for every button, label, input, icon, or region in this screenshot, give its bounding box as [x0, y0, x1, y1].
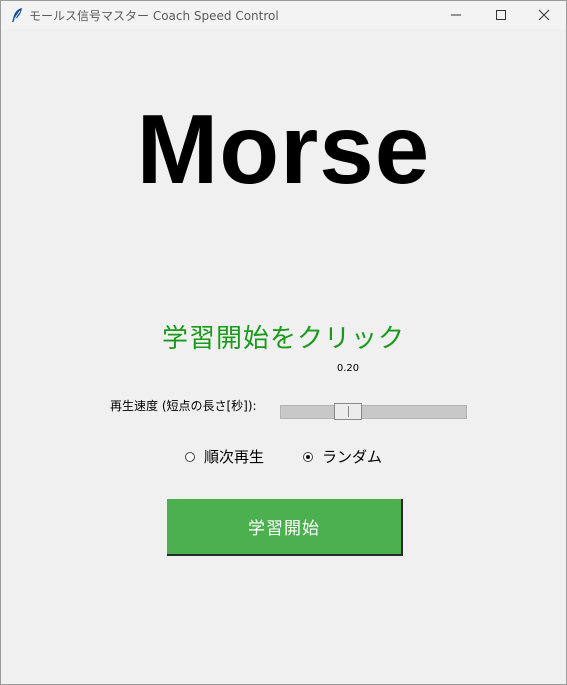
radio-button-sequential[interactable] — [185, 451, 195, 462]
maximize-icon — [495, 6, 507, 25]
radio-button-random[interactable] — [303, 451, 313, 462]
maximize-button[interactable] — [478, 1, 523, 29]
display-text: Morse — [136, 94, 431, 204]
window-title: モールス信号マスター Coach Speed Control — [29, 9, 279, 23]
start-learning-button[interactable]: 学習開始 — [167, 499, 403, 556]
minimize-button[interactable] — [433, 1, 478, 29]
radio-sequential-label: 順次再生 — [204, 448, 265, 466]
close-button[interactable] — [521, 1, 566, 29]
speed-slider-track[interactable] — [280, 405, 467, 419]
title-bar[interactable]: モールス信号マスター Coach Speed Control — [1, 1, 566, 29]
speed-slider-thumb[interactable] — [334, 403, 362, 420]
speed-label: 再生速度 (短点の長さ[秒]): — [110, 399, 257, 413]
minimize-icon — [450, 6, 462, 25]
feather-icon — [10, 7, 24, 23]
status-message: 学習開始をクリック — [161, 324, 405, 354]
close-icon — [538, 6, 550, 25]
speed-value: 0.20 — [336, 363, 360, 374]
radio-random-label: ランダム — [322, 448, 383, 466]
app-window: モールス信号マスター Coach Speed Control Morse 学習開… — [0, 0, 567, 685]
radio-random[interactable]: ランダム — [303, 446, 382, 467]
radio-sequential[interactable]: 順次再生 — [185, 446, 264, 467]
